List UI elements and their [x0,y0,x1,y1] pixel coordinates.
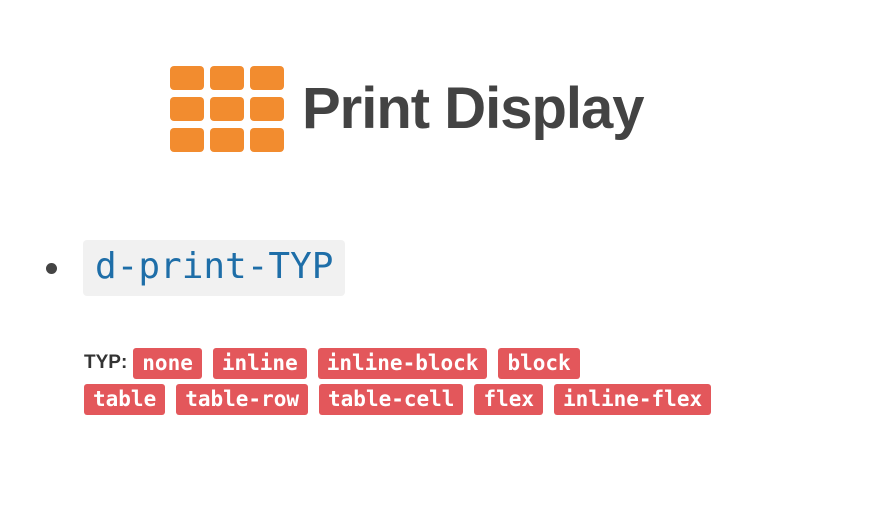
bullet-item: d-print-TYP [46,240,346,296]
typ-row-1: TYP: none inline inline-block block [84,347,722,379]
typ-values: TYP: none inline inline-block block tabl… [84,347,722,419]
bullet-dot [46,262,57,274]
page-title: Print Display [302,76,645,141]
utility-class-code: d-print-TYP [83,240,346,296]
typ-tag: inline-flex [554,383,712,415]
typ-tag: block [498,347,580,379]
typ-tag: table-row [176,383,309,415]
typ-tag: table [84,383,166,415]
typ-tag: none [133,347,202,379]
typ-tag: inline-block [317,347,488,379]
typ-label: TYP: [84,352,128,373]
header: Print Display [170,66,645,152]
typ-tag: flex [474,383,544,415]
typ-tag: inline [212,347,307,379]
typ-tag: table-cell [319,383,464,415]
typ-row-2: table table-row table-cell flex inline-f… [84,383,722,415]
grid-icon [170,66,284,152]
